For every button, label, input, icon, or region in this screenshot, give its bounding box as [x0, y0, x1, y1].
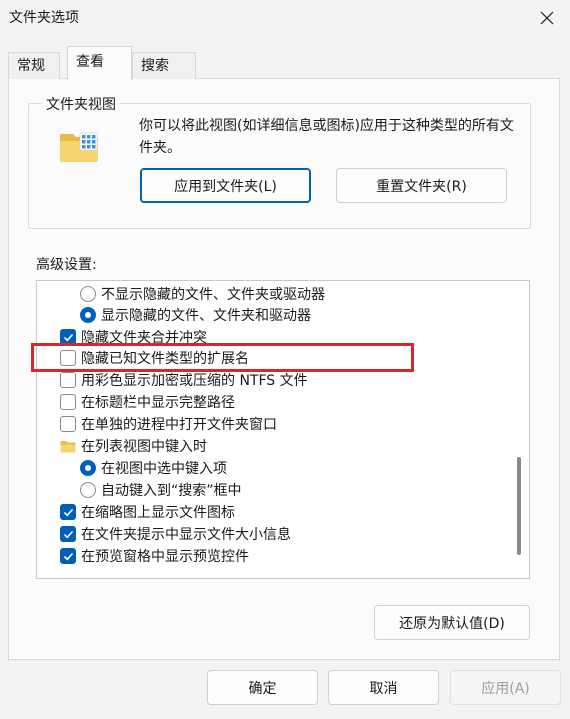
list-item[interactable]: 在预览窗格中显示预览控件	[60, 545, 249, 567]
restore-defaults-button[interactable]: 还原为默认值(D)	[374, 605, 530, 640]
radio-button[interactable]	[80, 460, 96, 476]
folder-views-legend: 文件夹视图	[42, 94, 120, 114]
list-item: 在列表视图中键入时	[60, 435, 207, 457]
folder-views-description: 你可以将此视图(如详细信息或图标)应用于这种类型的所有文件夹。	[139, 118, 514, 156]
checkbox[interactable]	[60, 548, 76, 564]
ok-button[interactable]: 确定	[207, 670, 318, 705]
list-item[interactable]: 显示隐藏的文件、文件夹和驱动器	[80, 304, 311, 326]
list-item-label: 在视图中选中键入项	[101, 461, 227, 477]
checkbox[interactable]	[60, 394, 76, 410]
list-item-label: 在预览窗格中显示预览控件	[81, 549, 249, 565]
reset-folders-button[interactable]: 重置文件夹(R)	[336, 168, 507, 203]
list-item[interactable]: 在视图中选中键入项	[80, 457, 227, 479]
checkbox[interactable]	[60, 416, 76, 432]
folder-view-icon	[60, 132, 98, 162]
list-item-label: 自动键入到“搜索”框中	[101, 483, 242, 499]
list-item[interactable]: 不显示隐藏的文件、文件夹或驱动器	[80, 283, 325, 305]
checkmark-icon	[63, 333, 73, 341]
radio-button[interactable]	[80, 286, 96, 302]
advanced-settings-list[interactable]: 不显示隐藏的文件、文件夹或驱动器 显示隐藏的文件、文件夹和驱动器 隐藏文件夹合并…	[36, 280, 530, 579]
list-item-label: 不显示隐藏的文件、文件夹或驱动器	[101, 287, 325, 303]
radio-button[interactable]	[80, 482, 96, 498]
tab-view[interactable]: 查看	[67, 46, 132, 80]
checkmark-icon	[63, 508, 73, 516]
title-bar: 文件夹选项	[0, 0, 570, 36]
apply-button[interactable]: 应用(A)	[450, 670, 561, 705]
cancel-button[interactable]: 取消	[328, 670, 439, 705]
list-item-label: 在单独的进程中打开文件夹窗口	[81, 417, 277, 433]
checkmark-icon	[63, 530, 73, 538]
advanced-settings-label: 高级设置:	[36, 257, 97, 273]
checkbox[interactable]	[60, 526, 76, 542]
list-item-label: 用彩色显示加密或压缩的 NTFS 文件	[81, 373, 308, 389]
window-title: 文件夹选项	[9, 10, 79, 26]
checkbox[interactable]	[60, 372, 76, 388]
list-item[interactable]: 在缩略图上显示文件图标	[60, 501, 235, 523]
list-item[interactable]: 在单独的进程中打开文件夹窗口	[60, 413, 277, 435]
apply-to-folders-button[interactable]: 应用到文件夹(L)	[140, 168, 311, 203]
close-icon	[540, 11, 554, 25]
list-scrollbar[interactable]	[510, 281, 529, 578]
checkbox[interactable]	[60, 504, 76, 520]
list-item-label: 在文件夹提示中显示文件大小信息	[81, 527, 291, 543]
tab-search[interactable]: 搜索	[132, 52, 196, 79]
list-item[interactable]: 在标题栏中显示完整路径	[60, 391, 235, 413]
tab-general[interactable]: 常规	[8, 52, 60, 79]
close-button[interactable]	[524, 0, 570, 36]
list-item-label: 在标题栏中显示完整路径	[81, 395, 235, 411]
list-item[interactable]: 在文件夹提示中显示文件大小信息	[60, 523, 291, 545]
list-item[interactable]: 用彩色显示加密或压缩的 NTFS 文件	[60, 369, 308, 391]
highlight-box	[31, 343, 414, 372]
list-item[interactable]: 自动键入到“搜索”框中	[80, 479, 242, 501]
scrollbar-thumb[interactable]	[517, 457, 521, 555]
radio-button[interactable]	[80, 307, 96, 323]
list-item-label: 在缩略图上显示文件图标	[81, 505, 235, 521]
folder-icon	[60, 440, 76, 452]
checkmark-icon	[63, 552, 73, 560]
list-item-label: 显示隐藏的文件、文件夹和驱动器	[101, 308, 311, 324]
list-item-label: 在列表视图中键入时	[81, 439, 207, 455]
